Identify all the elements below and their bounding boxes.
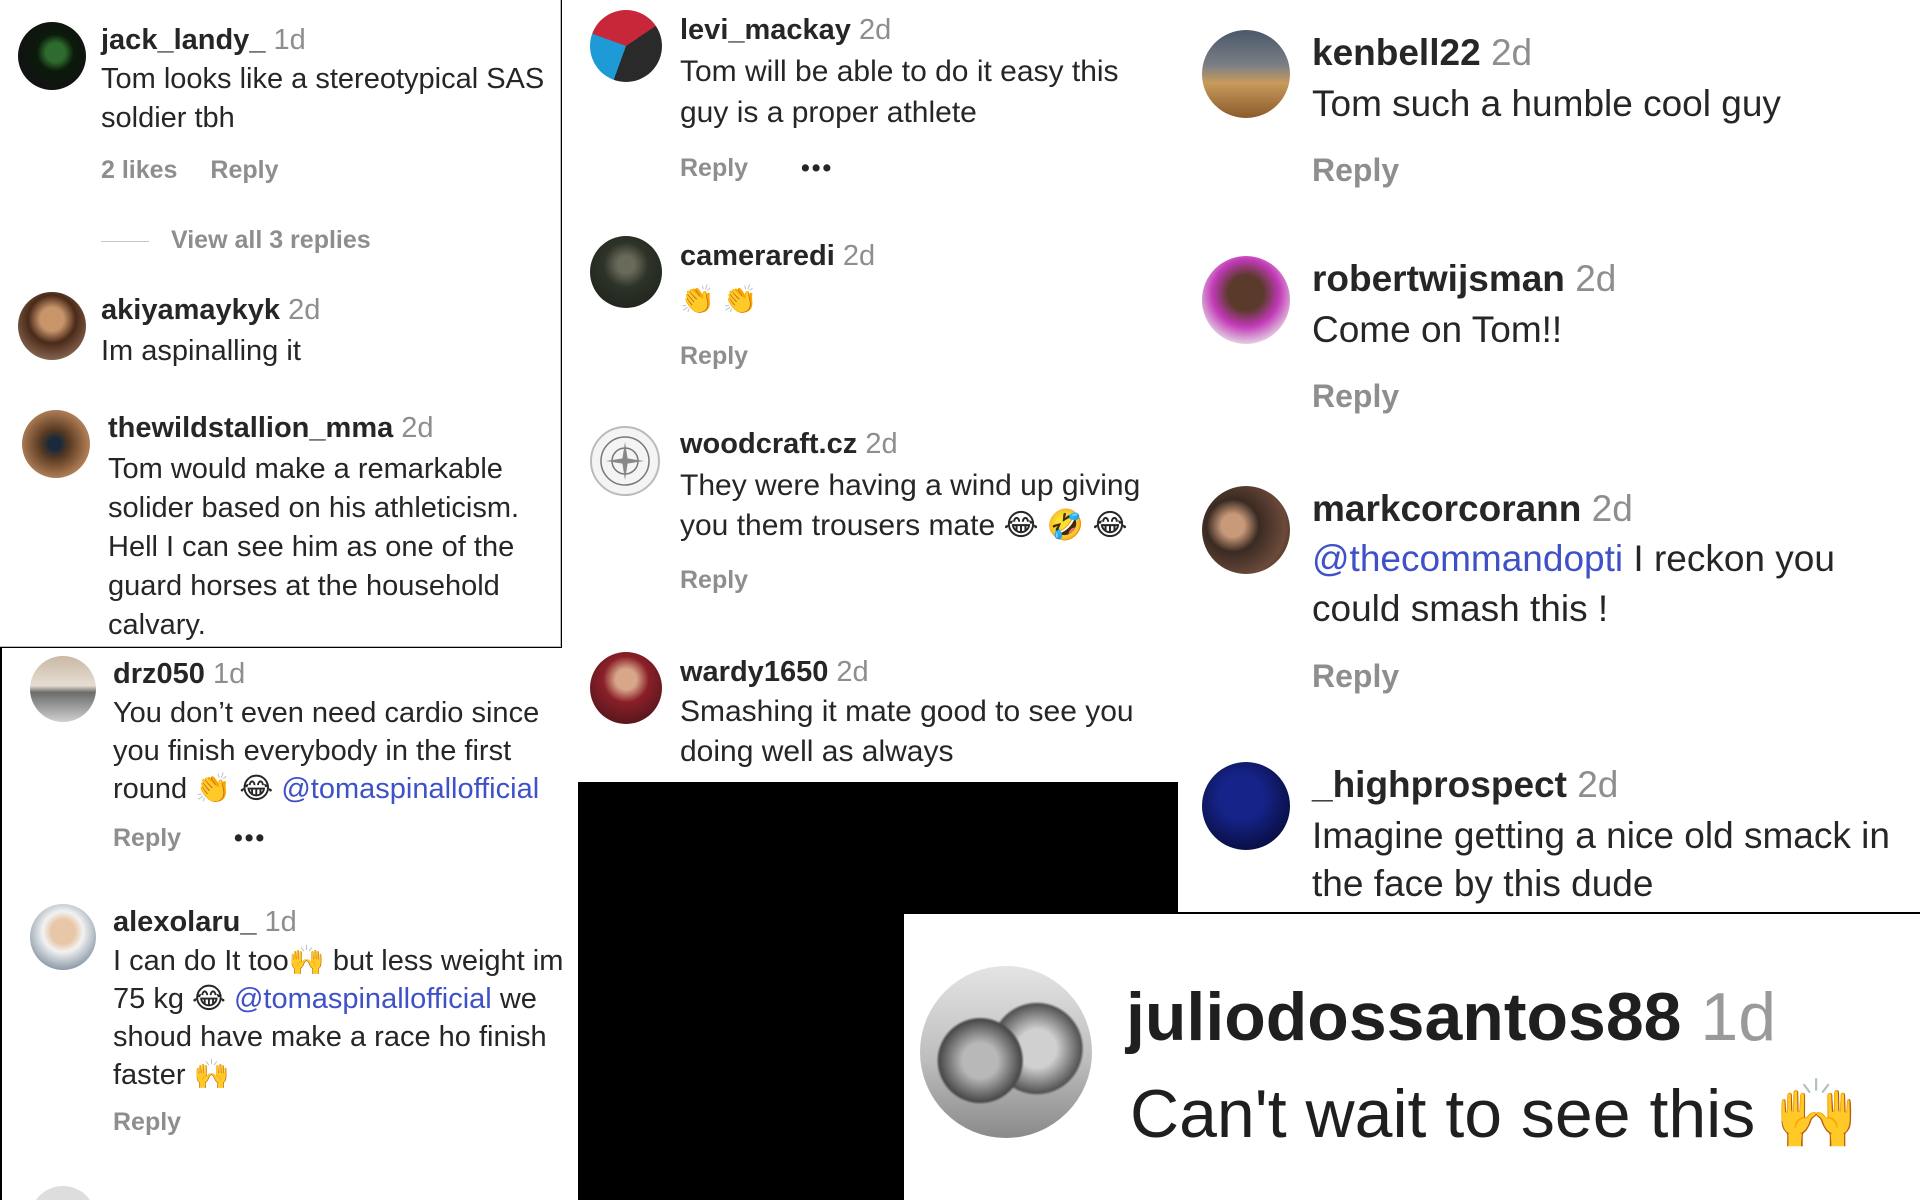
- username[interactable]: wardy1650: [680, 656, 828, 688]
- username[interactable]: cameraredi: [680, 240, 835, 272]
- mention-link[interactable]: @tomaspinallofficial: [281, 773, 539, 805]
- comment-robertwijsman: robertwijsman 2d Come on Tom!! Reply: [1178, 226, 1920, 446]
- comment-text: You don’t even need cardio since you fin…: [113, 694, 568, 808]
- more-options-icon[interactable]: •••: [801, 154, 833, 182]
- avatar-woodcraft[interactable]: [590, 426, 660, 496]
- comment-akiyamaykyk: akiyamaykyk 2d Im aspinalling it: [0, 280, 560, 390]
- timestamp: 1d: [212, 658, 246, 690]
- timestamp: 1d: [273, 24, 306, 56]
- timestamp: 1d: [1700, 979, 1777, 1055]
- reply-button[interactable]: Reply: [113, 1108, 181, 1136]
- avatar-akiyamaykyk[interactable]: [18, 292, 86, 360]
- avatar-thewildstallion[interactable]: [22, 410, 90, 478]
- username[interactable]: woodcraft.cz: [680, 428, 857, 460]
- reply-button[interactable]: Reply: [1312, 152, 1399, 188]
- mention-link[interactable]: @tomaspinallofficial: [234, 983, 492, 1015]
- timestamp: 2d: [836, 656, 869, 688]
- username[interactable]: alexolaru_: [113, 906, 256, 938]
- timestamp: 2d: [859, 14, 892, 46]
- username[interactable]: jack_landy_: [101, 24, 265, 56]
- comments-panel-4: drz050 1d You don’t even need cardio sin…: [0, 648, 578, 1200]
- avatar-kenbell22[interactable]: [1202, 30, 1290, 118]
- avatar-highprospect[interactable]: [1202, 762, 1290, 850]
- comment-text: Im aspinalling it: [101, 335, 301, 367]
- username[interactable]: _highprospect: [1312, 764, 1567, 805]
- reply-button[interactable]: Reply: [1312, 658, 1399, 694]
- comments-panel-5: juliodossantos88 1d Can't wait to see th…: [904, 914, 1920, 1200]
- reply-button[interactable]: Reply: [680, 566, 748, 594]
- compass-icon: [600, 436, 650, 486]
- replies-divider: [101, 240, 149, 242]
- comment-text: Tom looks like a stereotypical SAS soldi…: [101, 63, 545, 134]
- comment-thewildstallion: thewildstallion_mma 2d Tom would make a …: [0, 400, 560, 646]
- mention-link[interactable]: @thecommandopti: [1312, 538, 1623, 579]
- username[interactable]: drz050: [113, 658, 205, 690]
- comment-juliodossantos88: juliodossantos88 1d Can't wait to see th…: [904, 914, 1920, 1200]
- comment-highprospect: _highprospect 2d Imagine getting a nice …: [1178, 736, 1920, 912]
- view-replies-link[interactable]: View all 3 replies: [171, 226, 371, 254]
- timestamp: 1d: [264, 906, 297, 938]
- username[interactable]: robertwijsman: [1312, 258, 1565, 299]
- username[interactable]: kenbell22: [1312, 32, 1481, 73]
- comment-text: 👏 👏: [680, 284, 758, 315]
- comment-text: Tom such a humble cool guy: [1312, 83, 1781, 124]
- timestamp: 2d: [401, 412, 434, 444]
- timestamp: 2d: [1575, 258, 1617, 299]
- reply-button[interactable]: Reply: [1312, 378, 1399, 414]
- username[interactable]: levi_mackay: [680, 14, 851, 46]
- comment-jack-landy: jack_landy_ 1d Tom looks like a stereoty…: [0, 0, 560, 270]
- comments-panel-1: jack_landy_ 1d Tom looks like a stereoty…: [0, 0, 561, 647]
- comment-text: They were having a wind up giving you th…: [680, 469, 1141, 542]
- username[interactable]: thewildstallion_mma: [108, 412, 393, 444]
- avatar-juliodossantos88[interactable]: [920, 966, 1092, 1138]
- username[interactable]: markcorcorann: [1312, 488, 1581, 529]
- comment-levi-mackay: levi_mackay 2d Tom will be able to do it…: [562, 0, 1178, 220]
- comments-panel-2: levi_mackay 2d Tom will be able to do it…: [562, 0, 1178, 782]
- comment-text: @thecommandopti I reckon you could smash…: [1312, 534, 1912, 634]
- comment-drz050: drz050 1d You don’t even need cardio sin…: [2, 648, 578, 888]
- comment-text: Imagine getting a nice old smack in the …: [1312, 815, 1890, 904]
- timestamp: 2d: [288, 294, 321, 326]
- avatar-drz050[interactable]: [30, 656, 96, 722]
- reply-button[interactable]: Reply: [680, 154, 748, 182]
- avatar-wardy1650[interactable]: [590, 652, 662, 724]
- username[interactable]: akiyamaykyk: [101, 294, 280, 326]
- likes-count[interactable]: 2 likes: [101, 156, 177, 184]
- comment-wardy1650: wardy1650 2d Smashing it mate good to se…: [562, 650, 1178, 782]
- comment-woodcraft: woodcraft.cz 2d They were having a wind …: [562, 420, 1178, 640]
- comment-text: Smashing it mate good to see you doing w…: [680, 695, 1134, 768]
- avatar-alexolaru[interactable]: [30, 904, 96, 970]
- timestamp: 2d: [1591, 488, 1633, 529]
- username[interactable]: juliodossantos88: [1126, 979, 1681, 1055]
- comment-text: Tom would make a remarkable solider base…: [108, 453, 520, 641]
- timestamp: 2d: [1577, 764, 1619, 805]
- comment-text: I can do It too🙌 but less weight im 75 k…: [113, 942, 573, 1094]
- reply-button[interactable]: Reply: [113, 824, 181, 852]
- avatar-partial: [30, 1186, 96, 1200]
- timestamp: 2d: [865, 428, 898, 460]
- comment-cameraredi: cameraredi 2d 👏 👏 Reply: [562, 230, 1178, 420]
- comment-alexolaru: alexolaru_ 1d I can do It too🙌 but less …: [2, 898, 578, 1138]
- comment-text: Come on Tom!!: [1312, 309, 1563, 350]
- comment-text: Tom will be able to do it easy this guy …: [680, 55, 1119, 129]
- avatar-markcorcorann[interactable]: [1202, 486, 1290, 574]
- avatar-levi-mackay[interactable]: [590, 10, 662, 82]
- avatar-cameraredi[interactable]: [590, 236, 662, 308]
- reply-button[interactable]: Reply: [210, 156, 278, 184]
- timestamp: 2d: [842, 240, 876, 272]
- comments-panel-3: kenbell22 2d Tom such a humble cool guy …: [1178, 0, 1920, 912]
- avatar-robertwijsman[interactable]: [1202, 256, 1290, 344]
- avatar-jack-landy[interactable]: [18, 22, 86, 90]
- more-options-icon[interactable]: •••: [234, 824, 266, 852]
- timestamp: 2d: [1490, 32, 1533, 73]
- comment-text: Can't wait to see this 🙌: [1130, 1076, 1859, 1152]
- comment-markcorcorann: markcorcorann 2d @thecommandopti I recko…: [1178, 454, 1920, 724]
- reply-button[interactable]: Reply: [680, 342, 748, 370]
- comment-kenbell22: kenbell22 2d Tom such a humble cool guy …: [1178, 0, 1920, 220]
